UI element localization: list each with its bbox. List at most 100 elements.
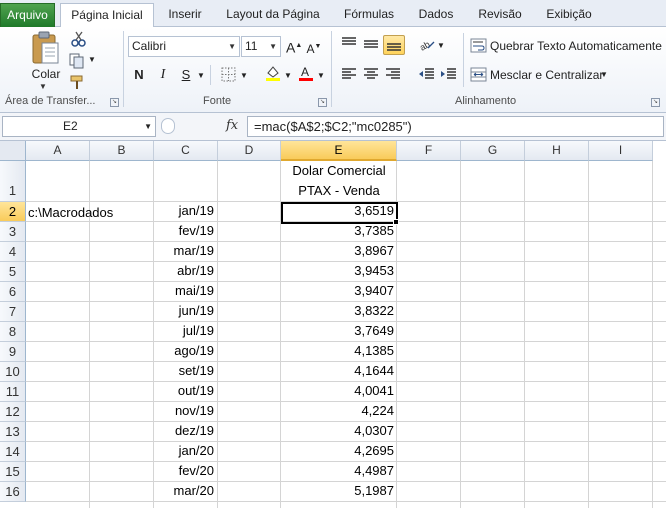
cell-c16[interactable]: mar/20 bbox=[154, 483, 217, 498]
tab-review[interactable]: Revisão bbox=[472, 3, 528, 27]
cell-e10[interactable]: 4,1644 bbox=[281, 363, 397, 378]
chevron-down-icon[interactable]: ▼ bbox=[144, 117, 152, 136]
row-header-3[interactable]: 3 bbox=[0, 222, 26, 242]
tab-view[interactable]: Exibição bbox=[538, 3, 600, 27]
cell-e8[interactable]: 3,7649 bbox=[281, 323, 397, 338]
decrease-indent-icon[interactable] bbox=[418, 66, 436, 82]
row-header-13[interactable]: 13 bbox=[0, 422, 26, 442]
column-header-i[interactable]: I bbox=[589, 141, 653, 161]
row-header-7[interactable]: 7 bbox=[0, 302, 26, 322]
column-header-e[interactable]: E bbox=[281, 141, 397, 161]
cell-e5[interactable]: 3,9453 bbox=[281, 263, 397, 278]
column-header-c[interactable]: C bbox=[154, 141, 218, 161]
tab-data[interactable]: Dados bbox=[411, 3, 461, 27]
copy-dropdown-icon[interactable]: ▼ bbox=[88, 51, 96, 69]
select-all-button[interactable] bbox=[0, 141, 26, 161]
align-top-icon[interactable] bbox=[340, 36, 358, 52]
row-header-9[interactable]: 9 bbox=[0, 342, 26, 362]
cell-e9[interactable]: 4,1385 bbox=[281, 343, 397, 358]
underline-button[interactable]: S bbox=[178, 65, 194, 85]
paste-icon[interactable] bbox=[30, 31, 60, 65]
column-header-a[interactable]: A bbox=[26, 141, 90, 161]
row-header-6[interactable]: 6 bbox=[0, 282, 26, 302]
cell-e12[interactable]: 4,224 bbox=[281, 403, 397, 418]
cell-c3[interactable]: fev/19 bbox=[154, 223, 217, 238]
font-launcher-icon[interactable]: ↘ bbox=[318, 98, 327, 107]
cell-a2[interactable]: c:\Macrodados bbox=[28, 205, 113, 220]
cell-c4[interactable]: mar/19 bbox=[154, 243, 217, 258]
cell-e3[interactable]: 3,7385 bbox=[281, 223, 397, 238]
tab-home[interactable]: Página Inicial bbox=[60, 3, 154, 28]
cell-e2[interactable]: 3,6519 bbox=[281, 203, 397, 218]
align-left-icon[interactable] bbox=[340, 66, 358, 82]
decrease-font-icon[interactable]: A▼ bbox=[306, 37, 322, 57]
row-header-4[interactable]: 4 bbox=[0, 242, 26, 262]
row-header-14[interactable]: 14 bbox=[0, 442, 26, 462]
alignment-launcher-icon[interactable]: ↘ bbox=[651, 98, 660, 107]
align-middle-icon[interactable] bbox=[362, 36, 380, 52]
fill-color-icon[interactable] bbox=[264, 65, 282, 81]
cell-e15[interactable]: 4,4987 bbox=[281, 463, 397, 478]
clipboard-launcher-icon[interactable]: ↘ bbox=[110, 98, 119, 107]
tab-formulas[interactable]: Fórmulas bbox=[336, 3, 402, 27]
cell-e4[interactable]: 3,8967 bbox=[281, 243, 397, 258]
orientation-icon[interactable]: ab bbox=[418, 36, 436, 52]
cell-e6[interactable]: 3,9407 bbox=[281, 283, 397, 298]
row-header-16[interactable]: 16 bbox=[0, 482, 26, 502]
column-header-g[interactable]: G bbox=[461, 141, 525, 161]
worksheet-grid[interactable]: A B C D E F G H I 1 2 3 4 5 6 7 8 9 10 11 12 13 14 15 1… bbox=[0, 141, 666, 508]
cell-c10[interactable]: set/19 bbox=[154, 363, 217, 378]
copy-icon[interactable] bbox=[68, 53, 86, 69]
italic-button[interactable]: I bbox=[155, 65, 171, 85]
row-header-12[interactable]: 12 bbox=[0, 402, 26, 422]
paste-dropdown-icon[interactable]: ▼ bbox=[39, 82, 47, 91]
tab-insert[interactable]: Inserir bbox=[160, 3, 210, 27]
cell-c5[interactable]: abr/19 bbox=[154, 263, 217, 278]
cell-c8[interactable]: jul/19 bbox=[154, 323, 217, 338]
fill-color-dropdown-icon[interactable]: ▼ bbox=[284, 67, 292, 85]
column-header-f[interactable]: F bbox=[397, 141, 461, 161]
cell-c11[interactable]: out/19 bbox=[154, 383, 217, 398]
borders-dropdown-icon[interactable]: ▼ bbox=[240, 67, 248, 85]
tab-file[interactable]: Arquivo bbox=[0, 3, 55, 27]
increase-indent-icon[interactable] bbox=[440, 66, 458, 82]
tab-page-layout[interactable]: Layout da Página bbox=[218, 3, 328, 27]
insert-function-icon[interactable]: fx bbox=[226, 118, 238, 133]
bold-button[interactable]: N bbox=[130, 65, 148, 85]
name-box[interactable]: E2 ▼ bbox=[2, 116, 156, 137]
align-bottom-button[interactable] bbox=[383, 35, 405, 55]
cell-c14[interactable]: jan/20 bbox=[154, 443, 217, 458]
format-painter-icon[interactable] bbox=[69, 74, 87, 90]
cell-c2[interactable]: jan/19 bbox=[154, 203, 217, 218]
row-header-2[interactable]: 2 bbox=[0, 202, 26, 222]
align-right-icon[interactable] bbox=[384, 66, 402, 82]
cell-c9[interactable]: ago/19 bbox=[154, 343, 217, 358]
column-header-d[interactable]: D bbox=[218, 141, 281, 161]
font-color-icon[interactable]: A bbox=[297, 65, 315, 81]
row-header-10[interactable]: 10 bbox=[0, 362, 26, 382]
cell-e11[interactable]: 4,0041 bbox=[281, 383, 397, 398]
cell-c7[interactable]: jun/19 bbox=[154, 303, 217, 318]
underline-dropdown-icon[interactable]: ▼ bbox=[197, 67, 205, 85]
row-header-11[interactable]: 11 bbox=[0, 382, 26, 402]
align-center-icon[interactable] bbox=[362, 66, 380, 82]
column-header-b[interactable]: B bbox=[90, 141, 154, 161]
row-header-5[interactable]: 5 bbox=[0, 262, 26, 282]
orientation-dropdown-icon[interactable]: ▼ bbox=[437, 37, 445, 55]
column-header-h[interactable]: H bbox=[525, 141, 589, 161]
font-size-combo[interactable]: 11 ▼ bbox=[241, 36, 281, 57]
paste-button[interactable]: Colar bbox=[24, 67, 68, 81]
splitter-handle-icon[interactable] bbox=[161, 118, 175, 134]
borders-icon[interactable] bbox=[220, 67, 238, 83]
cut-icon[interactable] bbox=[70, 31, 88, 47]
cell-c12[interactable]: nov/19 bbox=[154, 403, 217, 418]
cell-e16[interactable]: 5,1987 bbox=[281, 483, 397, 498]
cell-e13[interactable]: 4,0307 bbox=[281, 423, 397, 438]
row-header-15[interactable]: 15 bbox=[0, 462, 26, 482]
cell-e14[interactable]: 4,2695 bbox=[281, 443, 397, 458]
cell-c6[interactable]: mai/19 bbox=[154, 283, 217, 298]
row-header-8[interactable]: 8 bbox=[0, 322, 26, 342]
row-header-1[interactable]: 1 bbox=[0, 161, 26, 202]
merge-dropdown-icon[interactable]: ▼ bbox=[600, 66, 608, 84]
font-name-combo[interactable]: Calibri ▼ bbox=[128, 36, 240, 57]
